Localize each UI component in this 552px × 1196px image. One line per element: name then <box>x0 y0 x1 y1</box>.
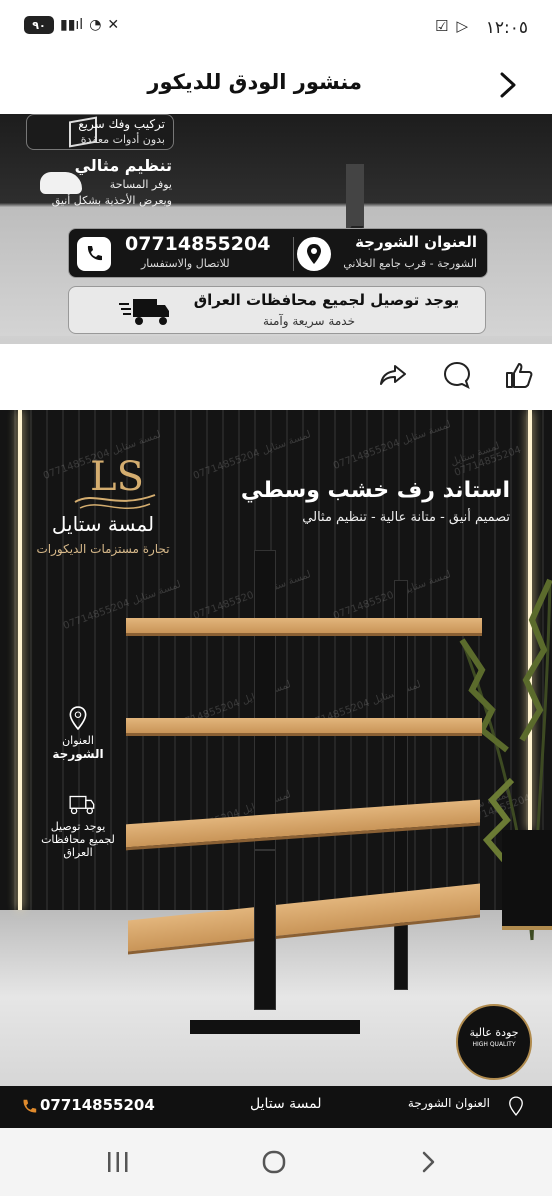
location-pin-icon <box>69 706 87 731</box>
phone-icon <box>23 1099 37 1113</box>
seal-en: HIGH QUALITY <box>472 1041 516 1048</box>
brand-logo-text: LS <box>90 454 144 500</box>
like-button[interactable] <box>504 360 534 390</box>
back-nav-button[interactable] <box>408 1146 448 1178</box>
stand-post-front-lower <box>254 850 276 1010</box>
organize-sub2: ويعرض الأحذية بشكل أنيق <box>51 194 172 207</box>
system-nav-bar <box>0 1128 552 1196</box>
shelf-stand-image <box>120 550 490 1050</box>
shelf-top <box>126 618 482 636</box>
recent-apps-icon <box>108 1152 128 1172</box>
back-button[interactable] <box>492 68 522 102</box>
comment-icon <box>443 361 471 389</box>
delivery-label: يوجد توصيل <box>50 820 106 833</box>
home-button[interactable] <box>254 1146 294 1178</box>
product-title: استاند رف خشب وسطي <box>240 478 510 503</box>
share-icon <box>380 365 406 385</box>
contact-phone: 07714855204 <box>125 233 271 255</box>
share-button[interactable] <box>378 360 408 390</box>
battery-icon: ٩٠ <box>24 16 54 34</box>
bottom-phone: 07714855204 <box>40 1096 155 1114</box>
neon-light-left <box>18 410 22 910</box>
stand-post-front <box>254 550 276 850</box>
address-info: العنوان الشورجة <box>38 706 118 761</box>
delivery-value: لجميع محافظات العراق <box>41 833 115 859</box>
shoe-icon <box>40 172 82 194</box>
truck-icon <box>119 297 171 327</box>
address-value: الشورجة <box>52 747 104 761</box>
status-bar: ٩٠ ▮▮ıl ◔ ✕ ☑ ▷ ١٢:٠٥ <box>0 0 552 58</box>
delivery-title: يوجد توصيل لجميع محافظات العراق <box>193 291 459 309</box>
bottom-info-band: 07714855204 لمسة ستايل العنوان الشورجة <box>0 1086 552 1128</box>
delivery-sub: خدمة سريعة وآمنة <box>262 314 355 328</box>
post-actions <box>0 344 552 406</box>
organize-sub1: يوفر المساحة <box>109 178 172 191</box>
address-sub: الشورجة - قرب جامع الخلاني <box>343 257 477 270</box>
play-notification-icon: ▷ <box>456 17 468 35</box>
app-header: منشور الودق للديكور <box>0 58 552 114</box>
assembly-title: تركيب وفك سريع <box>78 117 165 131</box>
assembly-feature: تركيب وفك سريع بدون أدوات معقدة <box>26 114 174 150</box>
chevron-right-icon <box>500 72 516 98</box>
contact-phone-sub: للاتصال والاستفسار <box>141 257 230 270</box>
status-right-icons: ☑ ▷ <box>435 17 468 35</box>
brand-logo: LS <box>74 454 156 510</box>
chevron-right-icon <box>422 1151 435 1173</box>
location-pin-icon <box>297 237 331 271</box>
bottom-address: العنوان الشورجة <box>407 1096 490 1110</box>
like-icon <box>506 363 533 388</box>
signal-icon: ▮▮ıl <box>60 17 84 33</box>
seal-ar: جودة عالية <box>469 1026 519 1039</box>
status-time: ١٢:٠٥ <box>485 18 528 38</box>
organize-title: تنظيم مثالي <box>74 156 172 175</box>
post-image-2[interactable]: لمسة ستايل 07714855204 لمسة ستايل 077148… <box>0 410 552 1128</box>
brand-name: لمسة ستايل <box>51 512 155 536</box>
address-label: العنوان <box>62 734 94 747</box>
address-title: العنوان الشورجة <box>355 233 477 251</box>
shelf-bottom <box>128 883 480 955</box>
location-pin-icon <box>509 1096 523 1116</box>
post-image-1[interactable]: تركيب وفك سريع بدون أدوات معقدة تنظيم مث… <box>0 114 552 344</box>
truck-icon <box>69 795 95 815</box>
assembly-sub: بدون أدوات معقدة <box>80 133 165 146</box>
page-title: منشور الودق للديكور <box>147 70 362 94</box>
delivery-box: يوجد توصيل لجميع محافظات العراق خدمة سري… <box>68 286 486 334</box>
status-left-icons: ٩٠ ▮▮ıl ◔ ✕ <box>24 16 119 34</box>
contact-box: 07714855204 للاتصال والاستفسار العنوان ا… <box>68 228 488 278</box>
stand-post-back <box>394 580 408 990</box>
check-notification-icon: ☑ <box>435 17 449 35</box>
shelf-third <box>126 799 480 851</box>
stand-post <box>346 164 364 234</box>
plant-pot <box>502 830 552 930</box>
phone-icon <box>77 237 111 271</box>
battery-level: ٩٠ <box>32 18 46 32</box>
recent-apps-button[interactable] <box>98 1146 138 1178</box>
home-icon <box>262 1150 286 1174</box>
comment-button[interactable] <box>442 360 472 390</box>
bottom-brand: لمسة ستايل <box>250 1096 322 1112</box>
delivery-info: يوجد توصيل لجميع محافظات العراق <box>38 794 118 859</box>
stand-foot <box>190 1020 360 1034</box>
divider <box>293 237 294 271</box>
shelf-second <box>126 718 482 736</box>
wifi-icon: ◔ <box>89 17 102 33</box>
mute-icon: ✕ <box>107 17 120 33</box>
quality-seal: جودة عالية HIGH QUALITY <box>456 1004 532 1080</box>
